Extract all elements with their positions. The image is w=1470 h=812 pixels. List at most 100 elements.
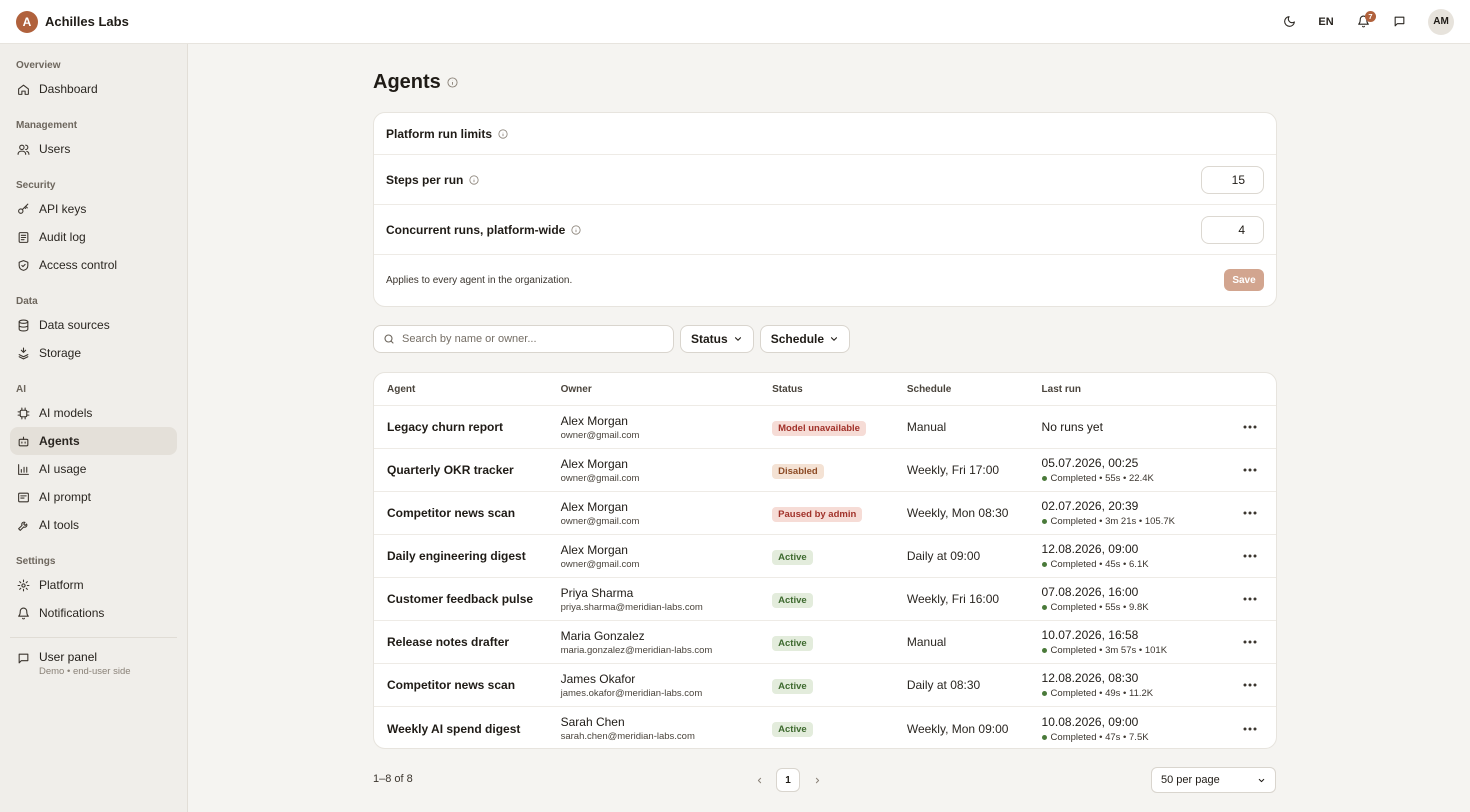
row-actions-button[interactable] [1224, 727, 1276, 731]
theme-toggle-button[interactable] [1276, 9, 1302, 35]
owner-email: owner@gmail.com [560, 515, 640, 527]
steps-per-run-input[interactable]: 15 [1201, 165, 1264, 194]
sidebar-item-users[interactable]: Users [10, 135, 177, 163]
top-bar: A Achilles Labs EN 7 AM [0, 0, 1470, 44]
sidebar-item-ai-usage[interactable]: AI usage [10, 455, 177, 483]
last-run-cell: 12.08.2026, 09:00 Completed • 45s • 6.1K [1041, 542, 1225, 570]
agent-name[interactable]: Customer feedback pulse [374, 592, 561, 606]
schedule-cell: Weekly, Mon 08:30 [906, 506, 1009, 520]
table-row[interactable]: Weekly AI spend digest Sarah Chen sarah.… [374, 707, 1276, 748]
last-run-cell: 10.07.2026, 16:58 Completed • 3m 57s • 1… [1041, 628, 1225, 656]
sidebar-item-storage[interactable]: Storage [10, 339, 177, 367]
row-actions-button[interactable] [1224, 640, 1276, 644]
sidebar-item-label: API keys [39, 202, 87, 216]
row-actions-button[interactable] [1224, 597, 1276, 601]
sidebar-item-label: Storage [39, 346, 82, 360]
last-run-cell: No runs yet [1042, 420, 1225, 434]
sidebar-item-agents[interactable]: Agents [10, 427, 177, 455]
schedule-filter-button[interactable]: Schedule [759, 325, 851, 353]
column-header-agent[interactable]: Agent [374, 384, 561, 395]
table-row[interactable]: Legacy churn report Alex Morgan owner@gm… [374, 406, 1276, 449]
sidebar-item-platform[interactable]: Platform [10, 571, 177, 599]
status-badge: Active [772, 549, 813, 565]
table-row[interactable]: Competitor news scan James Okafor james.… [374, 664, 1276, 707]
sidebar-item-data-sources[interactable]: Data sources [10, 311, 177, 339]
schedule-cell: Manual [906, 420, 947, 434]
sidebar-item-api-keys[interactable]: API keys [10, 195, 177, 223]
last-run-date: 10.07.2026, 16:58 [1041, 628, 1139, 642]
agent-name[interactable]: Release notes drafter [374, 635, 561, 649]
agent-name[interactable]: Quarterly OKR tracker [374, 463, 561, 477]
limits-footer: Applies to every agent in the organizati… [374, 255, 1276, 305]
sidebar-item-notifications[interactable]: Notifications [10, 599, 177, 627]
table-row[interactable]: Customer feedback pulse Priya Sharma pri… [374, 578, 1276, 621]
language-button[interactable]: EN [1312, 9, 1340, 35]
nav-group-management: Management Users [10, 112, 177, 163]
search-input[interactable]: Search by name or owner... [373, 325, 674, 353]
owner-email: owner@gmail.com [560, 558, 640, 570]
prev-page-button[interactable] [750, 771, 768, 789]
info-icon[interactable] [469, 174, 479, 185]
org-logo[interactable]: A [16, 10, 38, 33]
save-button[interactable]: Save [1224, 269, 1264, 291]
status-badge: Active [772, 722, 813, 737]
next-page-button[interactable] [808, 771, 826, 789]
status-cell: Active [772, 548, 907, 565]
agent-name[interactable]: Daily engineering digest [374, 549, 561, 563]
status-dot-icon [1041, 519, 1047, 524]
pagination: 1 [750, 768, 826, 792]
owner-name: Alex Morgan [560, 542, 628, 557]
owner-name: Priya Sharma [560, 585, 634, 600]
sidebar-item-audit-log[interactable]: Audit log [10, 223, 177, 251]
column-header-schedule[interactable]: Schedule [907, 384, 1042, 395]
column-header-last-run[interactable]: Last run [1042, 384, 1225, 395]
sidebar-item-access-control[interactable]: Access control [10, 251, 177, 279]
nav-group-label: Settings [16, 556, 56, 567]
table-row[interactable]: Release notes drafter Maria Gonzalez mar… [374, 621, 1276, 664]
sidebar-item-dashboard[interactable]: Dashboard [10, 75, 177, 103]
status-cell: Active [772, 677, 907, 694]
page-number-button[interactable]: 1 [776, 768, 800, 792]
row-actions-button[interactable] [1224, 425, 1276, 429]
concurrent-runs-input[interactable]: 4 [1201, 215, 1264, 244]
per-page-select[interactable]: 50 per page [1151, 767, 1276, 793]
sidebar-item-ai-prompt[interactable]: AI prompt [10, 483, 177, 511]
agent-name[interactable]: Legacy churn report [374, 420, 561, 434]
table-row[interactable]: Quarterly OKR tracker Alex Morgan owner@… [374, 449, 1276, 492]
last-run-meta: Completed • 55s • 9.8K [1041, 602, 1225, 613]
status-cell: Disabled [772, 462, 907, 479]
column-header-status[interactable]: Status [772, 384, 907, 395]
row-actions-button[interactable] [1224, 683, 1276, 687]
row-actions-button[interactable] [1224, 511, 1276, 515]
info-icon[interactable] [571, 224, 581, 235]
agent-name[interactable]: Weekly AI spend digest [374, 722, 561, 736]
info-icon[interactable] [498, 128, 508, 139]
user-panel-link[interactable]: User panel Demo • end-user side [10, 650, 177, 677]
sidebar-divider [10, 637, 177, 638]
chip-icon [17, 407, 30, 419]
bell-icon [18, 607, 29, 619]
nav-group-label: Overview [16, 60, 61, 71]
info-icon[interactable] [447, 77, 458, 88]
owner-email: owner@gmail.com [560, 472, 640, 484]
column-header-owner[interactable]: Owner [561, 384, 773, 395]
agent-name[interactable]: Competitor news scan [374, 678, 561, 692]
concurrent-runs-label: Concurrent runs, platform-wide [386, 222, 566, 237]
row-actions-button[interactable] [1224, 468, 1276, 472]
org-name[interactable]: Achilles Labs [45, 14, 129, 29]
messages-button[interactable] [1386, 9, 1412, 35]
table-row[interactable]: Daily engineering digest Alex Morgan own… [374, 535, 1276, 578]
owner-cell: Alex Morgan owner@gmail.com [561, 543, 773, 570]
limits-note: Applies to every agent in the organizati… [386, 274, 573, 286]
agent-name[interactable]: Competitor news scan [374, 506, 561, 520]
sidebar-item-ai-tools[interactable]: AI tools [10, 511, 177, 539]
user-avatar[interactable]: AM [1428, 8, 1454, 35]
status-filter-button[interactable]: Status [680, 325, 754, 353]
nav-group-settings: Settings Platform Notifications [10, 548, 177, 627]
status-badge: Active [772, 592, 813, 608]
sidebar-item-ai-models[interactable]: AI models [10, 399, 177, 427]
chevron-down-icon [1258, 778, 1265, 782]
table-row[interactable]: Competitor news scan Alex Morgan owner@g… [374, 492, 1276, 535]
row-actions-button[interactable] [1224, 554, 1276, 558]
notifications-button[interactable]: 7 [1350, 9, 1376, 35]
